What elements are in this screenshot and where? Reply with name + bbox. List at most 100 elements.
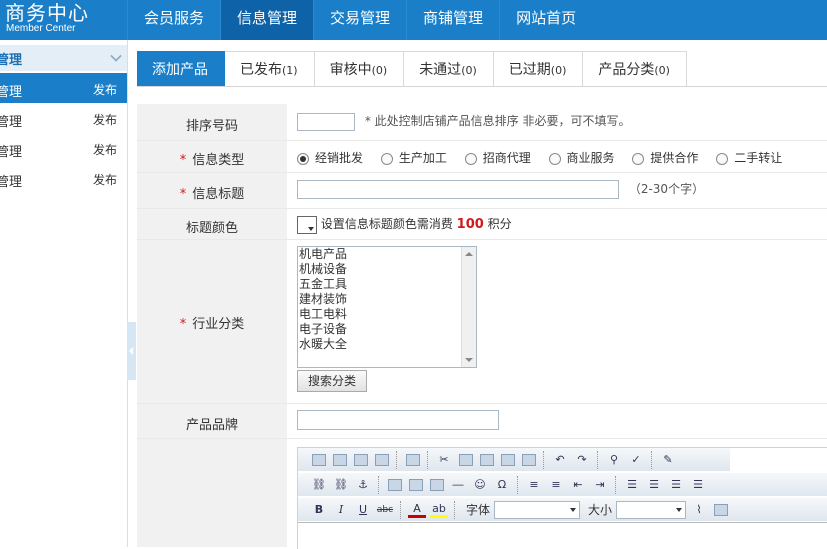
tab-rejected[interactable]: 未通过(0) — [404, 51, 494, 86]
unordered-list-icon[interactable]: ≡ — [547, 477, 565, 493]
spellcheck-icon[interactable]: ✓ — [627, 452, 645, 468]
editor-content-area[interactable] — [298, 522, 827, 549]
paste3-icon[interactable] — [501, 453, 515, 466]
paste-text-icon[interactable] — [333, 453, 347, 466]
scroll-up-icon[interactable] — [465, 252, 473, 256]
color-picker[interactable] — [297, 215, 317, 234]
tab-label: 添加产品 — [152, 62, 208, 78]
industry-option[interactable]: 电子设备 — [298, 322, 476, 337]
outdent-icon[interactable]: ⇤ — [569, 477, 587, 493]
copy-icon[interactable] — [459, 453, 473, 466]
brand-logo[interactable]: 商务中心 Member Center — [0, 0, 127, 40]
sidebar-item-publish-link[interactable]: 发布 — [93, 81, 117, 98]
scroll-down-icon[interactable] — [465, 358, 473, 362]
sidebar-collapse-handle[interactable] — [127, 322, 136, 380]
industry-label-wrap: * 行业分类 — [137, 313, 287, 332]
paste4-icon[interactable] — [522, 453, 536, 466]
sidebar-item-publish-link[interactable]: 发布 — [93, 111, 117, 128]
font-color-icon[interactable]: A — [408, 502, 426, 518]
sidebar-item[interactable]: 管理 发布 — [0, 73, 127, 103]
brand-subtitle: Member Center — [6, 23, 76, 34]
industry-option[interactable]: 水暖大全 — [298, 337, 476, 352]
sidebar-item-label[interactable]: 管理 — [0, 171, 22, 190]
font-family-select[interactable] — [494, 500, 581, 519]
form-row-title-color: 标题颜色 设置信息标题颜色需消费 100 积分 — [137, 209, 827, 240]
industry-option[interactable]: 电工电料 — [298, 307, 476, 322]
nav-member-service[interactable]: 会员服务 — [127, 0, 220, 40]
nav-site-home[interactable]: 网站首页 — [499, 0, 592, 40]
industry-option[interactable]: 机械设备 — [298, 262, 476, 277]
sidebar-item-label[interactable]: 管理 — [0, 81, 22, 100]
type-radio-cooperation[interactable]: 提供合作 — [632, 149, 698, 166]
sort-number-input[interactable] — [297, 112, 355, 131]
brand-input[interactable] — [297, 410, 499, 430]
save-icon[interactable] — [714, 503, 729, 516]
font-size-select[interactable] — [616, 500, 687, 519]
flash-icon[interactable] — [409, 478, 423, 491]
bold-icon[interactable]: B — [310, 502, 328, 518]
highlight-color-icon[interactable]: ab — [430, 502, 448, 518]
ordered-list-icon[interactable]: ≡ — [525, 477, 543, 493]
sidebar-section-header[interactable]: 管理 — [0, 45, 127, 71]
align-right-icon[interactable]: ☰ — [667, 477, 685, 493]
attachment-icon[interactable]: ⌇ — [690, 502, 708, 518]
undo-icon[interactable]: ↶ — [551, 452, 569, 468]
industry-option[interactable]: 五金工具 — [298, 277, 476, 292]
unlink-icon[interactable]: ⛓ — [332, 477, 350, 493]
nav-info-management[interactable]: 信息管理 — [220, 0, 314, 40]
special-char-icon[interactable]: Ω — [493, 477, 511, 493]
nav-shop-management[interactable]: 商铺管理 — [406, 0, 499, 40]
table-icon[interactable] — [430, 478, 444, 491]
type-radio-agency[interactable]: 招商代理 — [464, 149, 531, 166]
paste-word-icon[interactable] — [354, 453, 368, 466]
chevron-down-icon[interactable] — [110, 50, 122, 62]
type-radio-manufacturing[interactable]: 生产加工 — [380, 149, 447, 166]
paste-icon[interactable] — [312, 453, 326, 466]
link-icon[interactable]: ⛓ — [310, 477, 328, 493]
sidebar-item-publish-link[interactable]: 发布 — [93, 141, 117, 158]
redo-icon[interactable]: ↷ — [573, 452, 591, 468]
tab-expired[interactable]: 已过期(0) — [493, 51, 584, 86]
align-center-icon[interactable]: ☰ — [645, 477, 663, 493]
sidebar-item[interactable]: 管理 发布 — [0, 103, 127, 133]
smiley-icon[interactable]: ☺ — [471, 477, 489, 493]
anchor-icon[interactable]: ⚓ — [354, 477, 372, 493]
cut-icon[interactable]: ✂ — [435, 452, 453, 468]
italic-icon[interactable]: I — [332, 502, 350, 518]
underline-icon[interactable]: U — [354, 502, 372, 518]
eraser-icon[interactable]: ✎ — [659, 452, 677, 468]
form-row-title: * 信息标题 （2-30个字） — [137, 173, 827, 209]
listbox-scrollbar[interactable] — [461, 247, 476, 367]
sidebar-item[interactable]: 管理 发布 — [0, 133, 127, 163]
tab-product-category[interactable]: 产品分类(0) — [583, 51, 687, 86]
type-radio-second-hand[interactable]: 二手转让 — [716, 149, 782, 166]
strikethrough-icon[interactable]: abc — [376, 502, 394, 518]
industry-listbox[interactable]: 机电产品 机械设备 五金工具 建材装饰 电工电料 电子设备 水暖大全 — [297, 246, 477, 368]
search-category-button[interactable]: 搜索分类 — [297, 370, 368, 392]
tab-under-review[interactable]: 审核中(0) — [314, 51, 405, 86]
form-row-brand: 产品品牌 — [137, 404, 827, 439]
tab-add-product[interactable]: 添加产品 — [137, 51, 225, 86]
print-icon[interactable] — [375, 453, 389, 466]
sidebar-item-label[interactable]: 管理 — [0, 141, 22, 160]
industry-option[interactable]: 机电产品 — [298, 247, 476, 262]
justify-icon[interactable]: ☰ — [689, 477, 707, 493]
find-icon[interactable]: ⚲ — [605, 452, 623, 468]
sidebar-item-publish-link[interactable]: 发布 — [93, 171, 117, 188]
rich-text-editor: ✂ ↶ ↷ ⚲ ✓ ✎ ⛓ ⛓ ⚓ ― ☺ Ω ≡ ≡ ⇤ ⇥ ☰ ☰ ☰ ☰ … — [297, 447, 827, 549]
tab-label: 已发布 — [240, 62, 282, 78]
nav-trade-management[interactable]: 交易管理 — [313, 0, 406, 40]
indent-icon[interactable]: ⇥ — [591, 477, 609, 493]
tab-published[interactable]: 已发布(1) — [225, 51, 315, 86]
type-radio-wholesale[interactable]: 经销批发 — [297, 149, 363, 166]
info-title-input[interactable] — [297, 180, 619, 199]
image-icon[interactable] — [388, 478, 402, 491]
paste2-icon[interactable] — [480, 453, 494, 466]
sidebar-item[interactable]: 管理 发布 — [0, 163, 127, 193]
preview-icon[interactable] — [406, 453, 420, 466]
hr-icon[interactable]: ― — [449, 477, 467, 493]
align-left-icon[interactable]: ☰ — [623, 477, 641, 493]
sidebar-item-label[interactable]: 管理 — [0, 111, 22, 130]
industry-option[interactable]: 建材装饰 — [298, 292, 476, 307]
type-radio-business-service[interactable]: 商业服务 — [548, 149, 615, 166]
